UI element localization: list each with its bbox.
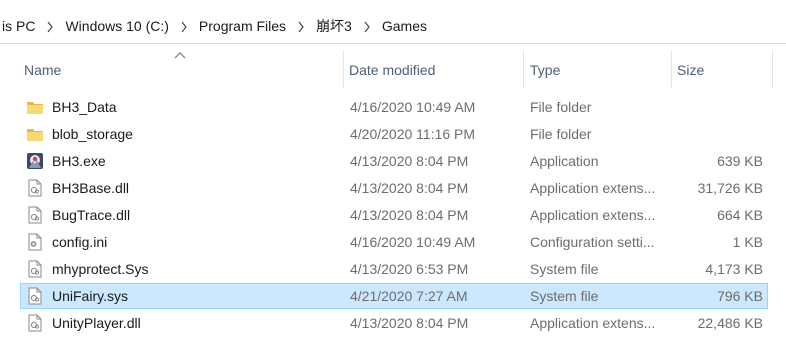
file-date-modified: 4/16/2020 10:49 AM	[350, 99, 476, 115]
file-name: config.ini	[52, 234, 108, 250]
file-size: 664 KB	[717, 207, 763, 223]
file-date-modified: 4/21/2020 7:27 AM	[350, 288, 468, 304]
column-header-size[interactable]: Size	[672, 44, 772, 94]
app-icon	[26, 152, 44, 170]
file-type: File folder	[530, 99, 592, 115]
file-type: System file	[530, 288, 599, 304]
file-date-modified: 4/13/2020 8:04 PM	[350, 180, 469, 196]
file-size: 796 KB	[717, 288, 763, 304]
file-type: Application extens...	[530, 207, 656, 223]
file-date-modified: 4/13/2020 8:04 PM	[350, 315, 469, 331]
dll-file-icon	[26, 206, 44, 224]
config-file-icon	[26, 233, 44, 251]
chevron-right-icon[interactable]	[288, 18, 314, 33]
column-header-date-modified[interactable]: Date modified	[344, 44, 523, 94]
chevron-right-icon[interactable]	[37, 18, 63, 33]
file-size	[671, 122, 763, 146]
column-divider[interactable]	[523, 50, 524, 88]
file-date-modified: 4/13/2020 8:04 PM	[350, 207, 469, 223]
chevron-right-icon[interactable]	[354, 18, 380, 33]
file-size: 31,726 KB	[697, 180, 763, 196]
folder-icon	[26, 98, 44, 116]
breadcrumb-item-this-pc[interactable]: is PC	[0, 18, 37, 34]
file-date-modified: 4/13/2020 8:04 PM	[350, 153, 469, 169]
column-header-type[interactable]: Type	[525, 44, 670, 94]
file-name: BugTrace.dll	[52, 207, 131, 223]
file-type: Application extens...	[530, 315, 656, 331]
file-type: File folder	[530, 126, 592, 142]
file-size: 1 KB	[732, 234, 763, 250]
file-size	[671, 95, 763, 119]
system-file-icon	[26, 260, 44, 278]
file-name: UniFairy.sys	[52, 288, 128, 304]
file-row[interactable]: blob_storage 4/20/2020 11:16 PM File folde…	[20, 121, 768, 147]
file-row[interactable]: config.ini 4/16/2020 10:49 AM Configuratio…	[20, 229, 768, 255]
file-date-modified: 4/13/2020 6:53 PM	[350, 261, 469, 277]
file-name: BH3.exe	[52, 153, 106, 169]
column-headers: Name Date modified Type Size	[0, 44, 786, 94]
system-file-icon	[26, 287, 44, 305]
address-bar[interactable]: is PC Windows 10 (C:) Program Files 崩坏3 …	[0, 7, 786, 44]
chevron-right-icon[interactable]	[171, 18, 197, 33]
file-row[interactable]: UniFairy.sys 4/21/2020 7:27 AM System file…	[20, 283, 768, 309]
file-type: System file	[530, 261, 599, 277]
file-size: 22,486 KB	[697, 315, 763, 331]
file-row[interactable]: BH3_Data 4/16/2020 10:49 AM File folder	[20, 94, 768, 120]
dll-file-icon	[26, 179, 44, 197]
column-header-name[interactable]: Name	[19, 44, 342, 94]
breadcrumb-item-program-files[interactable]: Program Files	[197, 18, 288, 34]
breadcrumb-item-honkai3[interactable]: 崩坏3	[314, 16, 354, 36]
file-type: Application extens...	[530, 180, 656, 196]
file-name: UnityPlayer.dll	[52, 315, 141, 331]
file-name: blob_storage	[52, 126, 133, 142]
column-divider[interactable]	[772, 50, 773, 88]
file-date-modified: 4/20/2020 11:16 PM	[350, 126, 476, 142]
file-size: 4,173 KB	[705, 261, 763, 277]
file-row[interactable]: mhyprotect.Sys 4/13/2020 6:53 PM System fi…	[20, 256, 768, 282]
breadcrumb-item-windows-drive[interactable]: Windows 10 (C:)	[63, 18, 170, 34]
file-name: BH3Base.dll	[52, 180, 130, 196]
file-row[interactable]: BH3Base.dll 4/13/2020 8:04 PM Application …	[20, 175, 768, 201]
folder-icon	[26, 125, 44, 143]
file-name: BH3_Data	[52, 99, 117, 115]
file-date-modified: 4/16/2020 10:49 AM	[350, 234, 476, 250]
file-size: 639 KB	[717, 153, 763, 169]
file-name: mhyprotect.Sys	[52, 261, 149, 277]
file-row[interactable]: UnityPlayer.dll 4/13/2020 8:04 PM Applicat…	[20, 310, 768, 336]
breadcrumb-item-games[interactable]: Games	[380, 18, 429, 34]
file-type: Application	[530, 153, 599, 169]
dll-file-icon	[26, 314, 44, 332]
file-row[interactable]: BH3.exe 4/13/2020 8:04 PM Application 639 K…	[20, 148, 768, 174]
file-type: Configuration setti...	[530, 234, 655, 250]
file-row[interactable]: BugTrace.dll 4/13/2020 8:04 PM Application…	[20, 202, 768, 228]
breadcrumb: is PC Windows 10 (C:) Program Files 崩坏3 …	[0, 7, 429, 44]
